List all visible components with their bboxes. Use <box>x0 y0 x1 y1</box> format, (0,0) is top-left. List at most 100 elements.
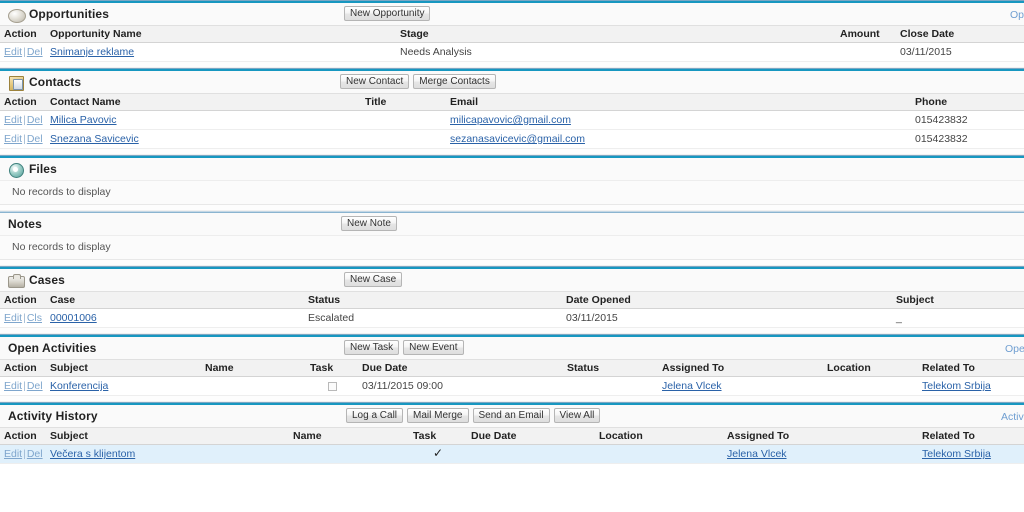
cell-due-date <box>467 444 595 464</box>
contact-name-link[interactable]: Milica Pavovic <box>50 114 117 126</box>
new-opportunity-button[interactable]: New Opportunity <box>344 6 431 21</box>
section-title: Opportunities <box>29 7 109 21</box>
related-lists-page: Opportunities New Opportunity Opp Action… <box>0 0 1024 512</box>
cell-case-number: 00001006 <box>46 308 304 328</box>
assigned-to-link[interactable]: Jelena Vlcek <box>727 448 787 460</box>
section-title: Open Activities <box>8 341 97 355</box>
edit-link[interactable]: Edit <box>4 380 22 392</box>
section-actions: New Note <box>341 216 397 231</box>
column-opportunity-name: Opportunity Name <box>46 25 396 43</box>
column-case: Case <box>46 291 304 309</box>
case-number-link[interactable]: 00001006 <box>50 312 97 324</box>
column-name: Name <box>201 359 306 377</box>
related-to-link[interactable]: Telekom Srbija <box>922 448 991 460</box>
cell-email: milicapavovic@gmail.com <box>446 110 911 130</box>
edit-link[interactable]: Edit <box>4 312 22 324</box>
row-actions: Edit|Del <box>0 376 46 396</box>
section-header-notes: Notes New Note <box>0 213 1024 235</box>
row-actions: Edit|Del <box>0 129 46 149</box>
cell-task <box>306 376 358 396</box>
section-title: Files <box>29 162 57 176</box>
new-note-button[interactable]: New Note <box>341 216 397 231</box>
section-title: Contacts <box>29 75 82 89</box>
new-contact-button[interactable]: New Contact <box>340 74 410 89</box>
edit-link[interactable]: Edit <box>4 133 22 145</box>
delete-link[interactable]: Del <box>27 114 43 126</box>
cell-subject: Konferencija <box>46 376 201 396</box>
cases-icon <box>8 273 25 288</box>
cell-contact-name: Snezana Savicevic <box>46 129 361 149</box>
section-title: Notes <box>8 217 42 231</box>
email-link[interactable]: sezanasavicevic@gmail.com <box>450 133 585 145</box>
open-activities-view-all-link[interactable]: Open <box>1005 343 1024 355</box>
contact-name-link[interactable]: Snezana Savicevic <box>50 133 139 145</box>
task-completed-check-icon: ✓ <box>432 446 444 460</box>
row-actions: Edit|Del <box>0 444 46 464</box>
activity-subject-link[interactable]: Večera s klijentom <box>50 448 135 460</box>
opportunity-icon <box>8 7 26 23</box>
opportunity-name-link[interactable]: Snimanje reklame <box>50 46 134 58</box>
cell-name <box>201 376 306 396</box>
cell-subject: Večera s klijentom <box>46 444 289 464</box>
delete-link[interactable]: Del <box>27 46 43 58</box>
activity-subject-link[interactable]: Konferencija <box>50 380 108 392</box>
new-task-button[interactable]: New Task <box>344 340 400 355</box>
opportunities-table: Action Opportunity Name Stage Amount Clo… <box>0 25 1024 62</box>
email-link[interactable]: milicapavovic@gmail.com <box>450 114 571 126</box>
activity-history-table: Action Subject Name Task Due Date Locati… <box>0 427 1024 464</box>
assigned-to-link[interactable]: Jelena Vlcek <box>662 380 722 392</box>
files-icon <box>8 162 24 178</box>
cell-date-opened: 03/11/2015 <box>562 308 892 328</box>
mail-merge-button[interactable]: Mail Merge <box>407 408 469 423</box>
column-subject: Subject <box>46 427 289 445</box>
new-event-button[interactable]: New Event <box>403 340 464 355</box>
table-row: Edit|Del Snezana Savicevic sezanasavicev… <box>0 129 1024 149</box>
edit-link[interactable]: Edit <box>4 114 22 126</box>
task-checkbox[interactable] <box>327 381 337 391</box>
related-to-link[interactable]: Telekom Srbija <box>922 380 991 392</box>
cell-phone: 015423832 <box>911 129 1024 149</box>
column-location: Location <box>823 359 918 377</box>
column-action: Action <box>0 427 46 445</box>
close-case-link[interactable]: Cls <box>27 312 42 324</box>
log-a-call-button[interactable]: Log a Call <box>346 408 404 423</box>
column-action: Action <box>0 291 46 309</box>
delete-link[interactable]: Del <box>27 448 43 460</box>
cell-subject: _ <box>892 308 1024 328</box>
column-action: Action <box>0 93 46 111</box>
merge-contacts-button[interactable]: Merge Contacts <box>413 74 496 89</box>
cases-table: Action Case Status Date Opened Subject E… <box>0 291 1024 328</box>
view-all-button[interactable]: View All <box>553 408 601 423</box>
section-title: Cases <box>29 273 65 287</box>
edit-link[interactable]: Edit <box>4 448 22 460</box>
section-header-open-activities: Open Activities New Task New Event Open <box>0 337 1024 359</box>
table-row: Edit|Del Večera s klijentom ✓ Jelena Vlc… <box>0 444 1024 464</box>
delete-link[interactable]: Del <box>27 133 43 145</box>
new-case-button[interactable]: New Case <box>344 272 403 287</box>
column-date-opened: Date Opened <box>562 291 892 309</box>
files-empty-message: No records to display <box>0 180 1024 205</box>
cell-task: ✓ <box>409 444 467 464</box>
send-an-email-button[interactable]: Send an Email <box>472 408 550 423</box>
column-action: Action <box>0 25 46 43</box>
table-row: Edit|Del Milica Pavovic milicapavovic@gm… <box>0 110 1024 130</box>
column-name: Name <box>289 427 409 445</box>
section-actions: New Task New Event <box>344 340 464 355</box>
cell-related-to: Telekom Srbija <box>918 444 1024 464</box>
cell-close-date: 03/11/2015 <box>896 42 1024 62</box>
section-cases: Cases New Case Action Case Status Date O… <box>0 266 1024 334</box>
cell-assigned-to: Jelena Vlcek <box>723 444 918 464</box>
column-assigned-to: Assigned To <box>723 427 918 445</box>
activity-history-view-all-link[interactable]: Activ <box>1001 411 1024 423</box>
section-contacts: Contacts New Contact Merge Contacts Acti… <box>0 68 1024 155</box>
opportunities-view-all-link[interactable]: Opp <box>1010 9 1024 21</box>
table-row: Edit|Cls 00001006 Escalated 03/11/2015 _ <box>0 308 1024 328</box>
cell-assigned-to: Jelena Vlcek <box>658 376 823 396</box>
edit-link[interactable]: Edit <box>4 46 22 58</box>
delete-link[interactable]: Del <box>27 380 43 392</box>
table-header-row: Action Case Status Date Opened Subject <box>0 291 1024 309</box>
column-contact-name: Contact Name <box>46 93 361 111</box>
column-subject: Subject <box>892 291 1024 309</box>
table-header-row: Action Subject Name Task Due Date Locati… <box>0 427 1024 445</box>
section-notes: Notes New Note No records to display <box>0 211 1024 266</box>
